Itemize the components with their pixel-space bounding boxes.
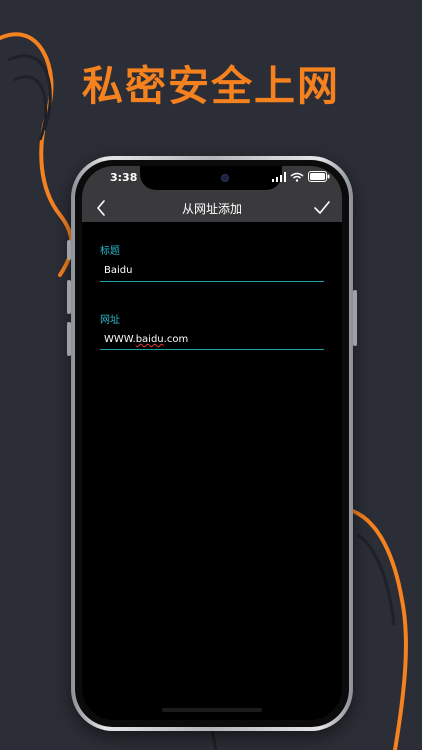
title-input-underline [100,281,324,282]
promo-headline: 私密安全上网 [82,62,340,110]
wifi-icon [290,172,304,182]
url-input[interactable]: WWW.baidu.com [104,334,188,345]
status-icons [272,171,330,182]
camera-icon [221,174,229,182]
volume-up-button [67,280,71,314]
volume-down-button [67,322,71,356]
url-field-label: 网址 [100,315,120,326]
url-spellcheck-word: baidu [135,334,164,345]
status-time: 3:38 [110,171,138,184]
title-field-label: 标题 [100,246,120,257]
phone-screen: 3:38 从网址添加 标题 Baidu 网址 WWW.baidu.com [82,166,342,720]
url-input-underline [100,349,324,350]
status-bar: 3:38 [82,166,342,194]
title-input[interactable]: Baidu [104,265,132,276]
notch [140,166,282,190]
url-prefix: WWW. [104,334,136,345]
mute-switch [67,240,71,260]
signal-icon [272,171,286,182]
home-indicator [162,708,262,712]
url-suffix: .com [163,334,189,345]
battery-icon [308,171,330,182]
nav-bar: 从网址添加 [82,194,342,222]
checkmark-icon[interactable] [312,198,332,218]
power-button [353,290,357,346]
page-title: 从网址添加 [181,202,242,216]
